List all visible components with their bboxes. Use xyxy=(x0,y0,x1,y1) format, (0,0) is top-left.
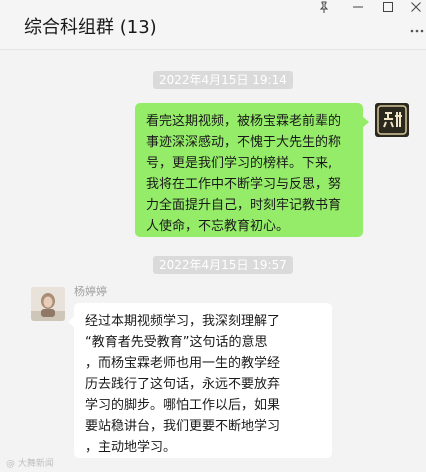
minimize-icon[interactable] xyxy=(346,0,370,14)
more-options-icon[interactable] xyxy=(410,24,424,34)
message-line: 看完这期视频，被杨宝霖老前辈的 xyxy=(146,114,342,129)
message-line: ，主动地学习。 xyxy=(85,440,177,455)
sender-name: 杨婷婷 xyxy=(74,285,107,298)
message-line: 学习的脚步。哪怕工作以后，如果 xyxy=(85,398,281,413)
chat-window: 综合科组群 (13) 2022年4月15日 19:14 看完这期视频，被杨宝霖老… xyxy=(0,0,426,472)
watermark-text: @ 大舞新闻 xyxy=(6,459,54,469)
close-icon[interactable] xyxy=(404,0,426,14)
message-line: 经过本期视频学习，我深刻理解了 xyxy=(85,314,281,329)
message-timestamp: 2022年4月15日 19:57 xyxy=(153,256,293,274)
pin-icon[interactable] xyxy=(312,0,336,14)
message-bubble-self[interactable]: 看完这期视频，被杨宝霖老前辈的 事迹深深感动，不愧于大先生的称 号，更是我们学习… xyxy=(135,103,369,237)
chat-header: 综合科组群 (13) xyxy=(0,0,426,50)
message-line: ，而杨宝霖老师也用一生的教学经 xyxy=(85,356,281,371)
message-line: 我将在工作中不断学习与反思，努 xyxy=(146,177,342,192)
message-timestamp: 2022年4月15日 19:14 xyxy=(153,71,293,89)
message-line: 力全面提升自己，时刻牢记教书育 xyxy=(146,198,342,213)
message-line: 事迹深深感动，不愧于大先生的称 xyxy=(146,135,342,150)
self-avatar[interactable] xyxy=(375,103,409,137)
message-line: 历去践行了这句话，永远不要放弃 xyxy=(85,377,281,392)
message-line: 号，更是我们学习的榜样。下来, xyxy=(146,156,333,171)
message-line: 人使命，不忘教育初心。 xyxy=(146,219,290,234)
message-line: “教育者先受教育”这句话的意思 xyxy=(85,335,268,350)
maximize-icon[interactable] xyxy=(376,0,400,14)
message-bubble-other[interactable]: 经过本期视频学习，我深刻理解了 “教育者先受教育”这句话的意思 ，而杨宝霖老师也… xyxy=(68,303,332,458)
chat-title: 综合科组群 (13) xyxy=(24,17,157,38)
sender-avatar[interactable] xyxy=(31,287,65,321)
message-line: 要站稳讲台，我们更要不断地学习 xyxy=(85,419,281,434)
